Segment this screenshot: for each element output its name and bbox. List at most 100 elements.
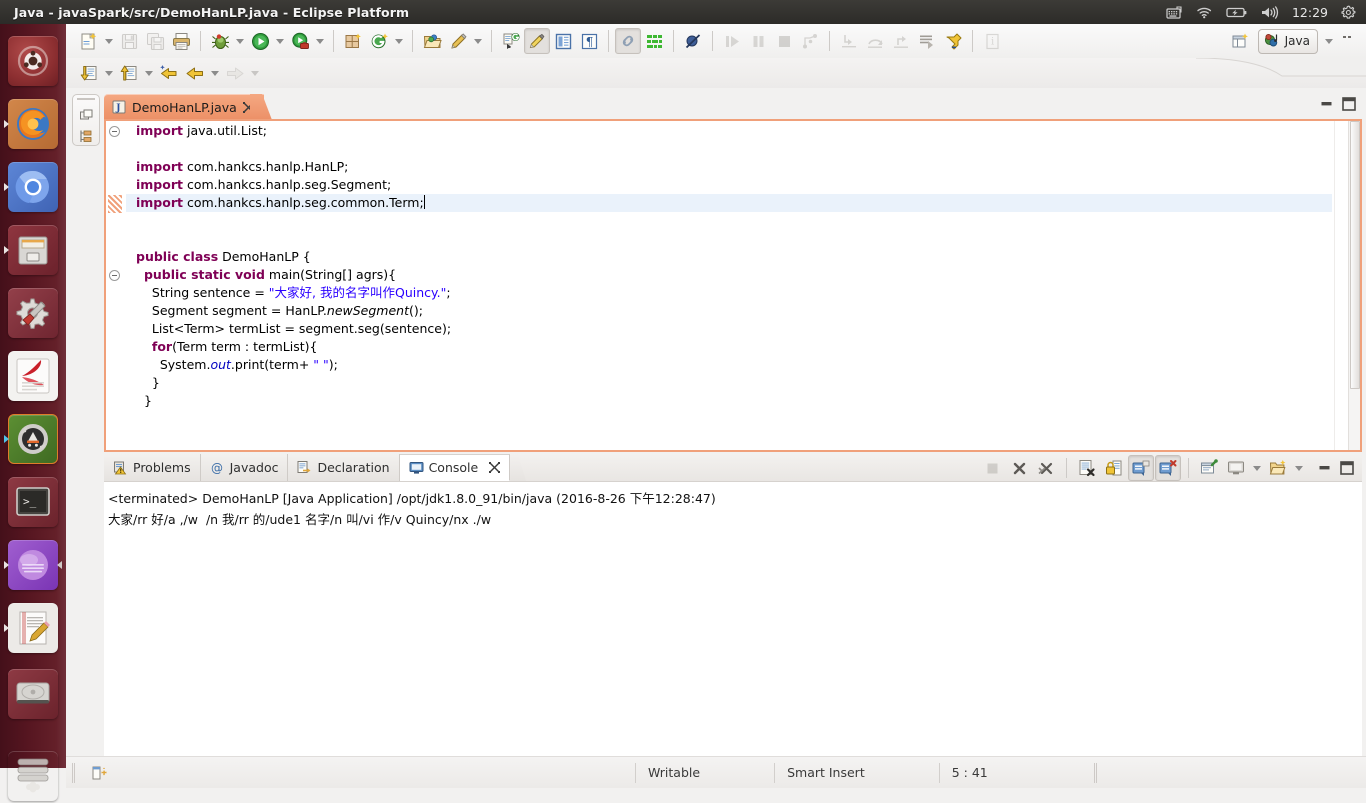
maximize-icon[interactable] [1342,97,1356,111]
next-edit-location-button[interactable] [76,60,102,86]
external-tools-button[interactable] [940,28,966,54]
fold-collapse-icon[interactable] [109,126,120,137]
launcher-item-text-editor[interactable] [4,601,60,655]
launcher-item-ubuntu-dash[interactable] [6,34,60,88]
code-line[interactable]: for(Term term : termList){ [126,338,1332,356]
editor-vertical-scrollbar[interactable] [1348,121,1360,450]
perspective-dropdown[interactable] [1322,29,1336,53]
coverage-button[interactable] [287,28,313,54]
launcher-item-firefox[interactable] [4,97,60,151]
debug-dropdown[interactable] [233,29,247,53]
close-icon[interactable] [489,462,501,473]
code-line[interactable] [126,230,1332,248]
minimize-icon[interactable] [1320,98,1333,111]
launcher-item-trash[interactable] [6,749,60,803]
disconnect-button[interactable] [797,28,823,54]
search-button[interactable] [445,28,471,54]
code-line[interactable]: } [126,374,1332,392]
minimize-icon[interactable] [1318,462,1331,475]
launcher-item-chromium[interactable] [4,160,60,214]
console-tab-problems[interactable]: ! Problems [104,454,201,481]
code-line[interactable]: import com.hankcs.hanlp.seg.common.Term; [126,194,1332,212]
scrollbar-thumb[interactable] [1350,121,1360,389]
overview-ruler[interactable] [1334,121,1348,450]
code-line[interactable] [126,140,1332,158]
display-selected-console-button[interactable] [1155,455,1181,481]
debug-button[interactable] [207,28,233,54]
clock[interactable]: 12:29 [1292,5,1328,20]
forward-dropdown[interactable] [248,61,262,85]
restore-handle[interactable] [77,98,95,100]
link-with-editor-button[interactable] [615,28,641,54]
launcher-item-settings[interactable] [6,286,60,340]
code-line[interactable] [126,212,1332,230]
code-editor[interactable]: import java.util.List; import com.hankcs.… [109,121,1332,450]
select-console-dropdown[interactable] [1250,456,1264,480]
code-line[interactable]: import com.hankcs.hanlp.HanLP; [126,158,1332,176]
step-return-button[interactable] [888,28,914,54]
fold-collapse-icon[interactable] [109,270,120,281]
code-line[interactable]: Segment segment = HanLP.newSegment(); [126,302,1332,320]
launcher-item-android-studio[interactable] [4,412,60,466]
back-button[interactable] [182,60,208,86]
code-line[interactable]: import java.util.List; [109,122,1332,140]
editor-tab-demohanlp[interactable]: J DemoHanLP.java [104,94,264,120]
keyboard-icon[interactable] [1166,5,1183,19]
code-line[interactable]: import com.hankcs.hanlp.seg.Segment; [126,176,1332,194]
print-button[interactable] [168,28,194,54]
select-console-button[interactable] [1223,455,1249,481]
open-task-button[interactable] [641,28,667,54]
terminate-console-button[interactable] [979,455,1005,481]
open-perspective-button[interactable] [1228,28,1254,54]
open-type-button[interactable] [419,28,445,54]
console-tab-javadoc[interactable]: @ Javadoc [200,454,289,481]
remove-all-terminated-button[interactable] [1033,455,1059,481]
new-wizard-dropdown[interactable] [102,29,116,53]
gear-icon[interactable] [1341,5,1356,20]
code-line[interactable]: System.out.print(term+ " "); [126,356,1332,374]
step-into-button[interactable] [836,28,862,54]
suspend-button[interactable] [745,28,771,54]
console-output[interactable]: <terminated> DemoHanLP [Java Application… [104,482,1362,756]
terminate-button[interactable] [771,28,797,54]
launcher-item-terminal[interactable]: >_ [6,475,60,529]
code-line[interactable]: } [126,392,1332,410]
toggle-block-selection-button[interactable] [550,28,576,54]
perspective-java-button[interactable]: Java [1257,28,1318,54]
forward-button[interactable] [222,60,248,86]
wifi-icon[interactable] [1196,6,1213,19]
step-over-button[interactable] [862,28,888,54]
launcher-item-files[interactable] [4,223,60,277]
perspective-overflow[interactable] [1340,34,1362,48]
run-dropdown[interactable] [273,29,287,53]
console-tab-declaration[interactable]: Declaration [288,454,400,481]
skip-breakpoints-button[interactable] [680,28,706,54]
drop-to-frame-button[interactable] [914,28,940,54]
next-annotation-button[interactable] [498,28,524,54]
code-line[interactable]: List<Term> termList = segment.seg(senten… [126,320,1332,338]
code-line[interactable]: public class DemoHanLP { [126,248,1332,266]
previous-edit-location-dropdown[interactable] [142,61,156,85]
show-whitespace-button[interactable]: ¶ [576,28,602,54]
battery-icon[interactable] [1226,6,1248,19]
save-all-button[interactable] [142,28,168,54]
save-button[interactable] [116,28,142,54]
launcher-item-eclipse[interactable] [4,538,62,592]
package-explorer-icon[interactable] [79,108,94,123]
previous-edit-location-button[interactable] [116,60,142,86]
code-line[interactable]: public static void main(String[] agrs){ [109,266,1332,284]
new-java-package-button[interactable] [340,28,366,54]
back-dropdown[interactable] [208,61,222,85]
clear-console-button[interactable] [1074,455,1100,481]
run-button[interactable] [247,28,273,54]
search-dropdown[interactable] [471,29,485,53]
coverage-dropdown[interactable] [313,29,327,53]
hierarchy-icon[interactable] [79,129,94,144]
resume-button[interactable] [719,28,745,54]
launcher-item-disk-drive[interactable] [6,667,60,721]
open-console-button[interactable] [1196,455,1222,481]
view-menu-dropdown[interactable] [1292,456,1306,480]
new-wizard-button[interactable] [76,28,102,54]
scroll-lock-button[interactable] [1101,455,1127,481]
back-to-last-edit-button[interactable] [156,60,182,86]
